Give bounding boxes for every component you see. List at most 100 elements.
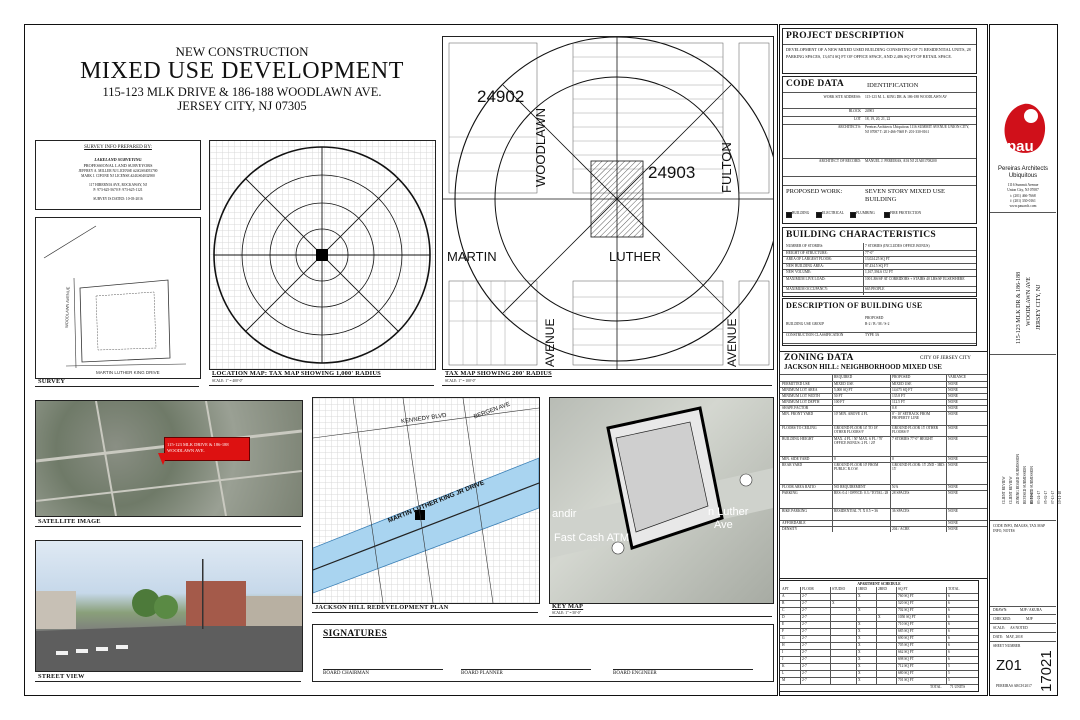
- sig-chairman-label: BOARD CHAIRMAN: [323, 671, 369, 676]
- zoning-row-key: MINIMUM LOT DEPTH: [782, 400, 820, 404]
- apt-cell: B: [782, 601, 785, 605]
- apt-col-rule: [876, 587, 877, 684]
- survey-drawing: MARTIN LUTHER KING DRIVE WOODLAWN AVENUE: [43, 225, 187, 375]
- apt-cell: L: [782, 671, 785, 675]
- code-row-value: 18, 19, 20, 21, 22: [865, 117, 891, 121]
- project-description-box: PROJECT DESCRIPTION DEVELOPMENT OF A NEW…: [782, 28, 977, 74]
- zoning-row-proposed: 135.8 FT: [892, 394, 906, 398]
- caption-redevelopment: JACKSON HILL REDEVELOPMENT PLAN: [315, 604, 449, 611]
- apt-cell: 5: [948, 678, 950, 682]
- pd-rule: [783, 44, 976, 45]
- apt-total-rule: [780, 684, 978, 685]
- apt-cell: 690 SQ FT: [898, 636, 914, 640]
- checked-value: MJP: [1026, 617, 1033, 621]
- check-label: FIRE PROTECTION: [890, 211, 922, 215]
- apt-cell: X: [858, 636, 861, 640]
- zoning-row-key: BUILDING HEIGHT: [782, 437, 814, 441]
- zoning-row-required: MIXED USE: [834, 382, 854, 386]
- apt-cell: 6: [948, 594, 950, 598]
- apt-cell: 2-7: [802, 622, 807, 626]
- satellite-image: 115-123 MLK DRIVE & 186-188 WOODLAWN AVE…: [35, 400, 303, 517]
- signatures-box: SIGNATURES BOARD CHAIRMAN BOARD PLANNER …: [312, 624, 774, 682]
- bc-row-value: 100 LBS/SF AT CORRIDORS + STAIRS 40 LBS/…: [865, 276, 965, 281]
- revision-date: 03-24-17: [1037, 490, 1041, 504]
- zoning-row-required: RESIDENTIAL 71 X 0.5 = 36: [834, 509, 879, 513]
- project-description-text: DEVELOPMENT OF A NEW MIXED USED BUILDING…: [786, 47, 971, 59]
- revision-note: CLIENT REVIEW: [1002, 476, 1006, 504]
- apt-total-value: 71 UNITS: [950, 685, 966, 689]
- code-row-value: Pereiras Architects Ubiquitous 1116 SUMM…: [865, 125, 970, 134]
- zoning-row-key: MINIMUM LOT WIDTH: [782, 394, 820, 398]
- zoning-row-variance: NONE: [948, 521, 958, 525]
- street-view-scene: [36, 559, 302, 671]
- side-project-line2: WOODLAWN AVE: [1026, 277, 1032, 326]
- apt-cell: 2-7: [802, 657, 807, 661]
- apt-cell: X: [858, 608, 861, 612]
- bu-row-rule: [783, 343, 976, 344]
- apt-cell: X: [858, 664, 861, 668]
- caption-location-scale: SCALE: 1" = 400'-0": [212, 379, 243, 383]
- firm-fax: f: (201) 330-0161: [1010, 199, 1036, 203]
- apt-cell: X: [858, 678, 861, 682]
- building-characteristics-heading: BUILDING CHARACTERISTICS: [786, 230, 936, 240]
- keymap-shop: andir: [552, 508, 577, 520]
- apartment-schedule-table: APT FLOOR STUDIO 1BED 2BED SQ FT TOTAL A 2-7 X 760…: [780, 587, 978, 691]
- code-row-value: MANUEL J. PEREIRAS, AIA NJ 21AI01708200: [865, 159, 937, 163]
- tax-street-fulton: FULTON: [719, 142, 734, 193]
- code-row-key: WORK SITE ADDRESS:: [823, 95, 861, 99]
- survey-panel: MARTIN LUTHER KING DRIVE WOODLAWN AVENUE: [35, 217, 201, 379]
- zoning-row-required: RES: 0.4 / OFFICE: 0.3 / TOTAL: 28: [834, 491, 889, 495]
- page-title: MIXED USE DEVELOPMENT: [80, 58, 404, 84]
- zoning-col-header: PROPOSED: [892, 375, 911, 379]
- zoning-col-rule: [946, 374, 947, 532]
- revision-note: REVISED SUBMISSION: [1030, 466, 1034, 504]
- copyright: PEREIRAS ARCH 2017: [996, 684, 1032, 688]
- side-project-line1: 115-123 MLK DR & 186-188: [1016, 271, 1022, 344]
- zoning-row-key: FLOOR AREA RATIO: [782, 485, 816, 489]
- apt-cell: 2-7: [802, 671, 807, 675]
- code-row-rule: [783, 176, 976, 177]
- drawing-sheet: NEW CONSTRUCTION MIXED USE DEVELOPMENT 1…: [0, 0, 1080, 720]
- project-description-heading: PROJECT DESCRIPTION: [786, 31, 905, 41]
- caption-survey-rule: [35, 386, 199, 387]
- apt-cell: 2-7: [802, 615, 807, 619]
- apt-cell: 6: [948, 657, 950, 661]
- apartment-schedule-box: APARTMENT SCHEDULE APT FLOOR STUDIO 1BED 2BE…: [779, 580, 979, 692]
- zoning-row-key: DENSITY: [782, 527, 798, 531]
- tax-street-martin: MARTIN: [447, 249, 497, 264]
- code-row-value: 115-123 M. L. KING DR. & 186-188 WOODLAW…: [865, 95, 947, 99]
- zoning-row-key: AFFORDABLE: [782, 521, 806, 525]
- code-row-key: LOT: [854, 117, 861, 121]
- sig-line-planner: [461, 669, 591, 670]
- apt-cell: 6: [948, 622, 950, 626]
- apt-col-header: FLOOR: [802, 587, 814, 591]
- zoning-row-key: FLOORS TO CEILING: [782, 426, 817, 430]
- apt-cell: K: [782, 664, 785, 668]
- zoning-row-key: PARKING: [782, 491, 798, 495]
- apt-cell: 2-7: [802, 664, 807, 668]
- bc-row-key: NEW VOLUME:: [786, 270, 812, 274]
- bu-row-key: BUILDING USE GROUP: [786, 322, 825, 326]
- caption-tax-map: TAX MAP SHOWING 200' RADIUS: [445, 370, 552, 377]
- bu-row-value: R-2 / B / M / S-2: [865, 322, 890, 326]
- apt-cell: 2-7: [802, 650, 807, 654]
- apt-cell: X: [858, 643, 861, 647]
- apt-cell: 2-7: [802, 601, 807, 605]
- apt-col-header: 2BED: [878, 587, 887, 591]
- caption-key-rule: [549, 616, 772, 617]
- firm-logo: pau: [996, 100, 1052, 162]
- zoning-row-key: MIN. FRONT YARD: [782, 412, 814, 416]
- apt-col-rule: [830, 587, 831, 684]
- zoning-row-key: MIN. SIDE YARD: [782, 457, 810, 461]
- apt-cell: 760 SQ FT: [898, 594, 914, 598]
- bc-row-key: MAXIMUM OCCUPANCY:: [786, 286, 828, 291]
- strip-rule-8: [990, 641, 1056, 642]
- apt-cell: 6: [948, 650, 950, 654]
- signatures-heading: SIGNATURES: [323, 629, 388, 639]
- keymap-atm: Fast Cash ATM: [554, 532, 629, 544]
- zoning-row-proposed: 112.5 FT: [892, 400, 906, 404]
- zoning-row-proposed: MIXED USE: [892, 382, 912, 386]
- drawn-label: DRAWN:: [993, 608, 1008, 612]
- zoning-row-proposed: 14,675 SQ FT: [892, 388, 913, 392]
- zoning-row-key: MINIMUM LOT AREA: [782, 388, 818, 392]
